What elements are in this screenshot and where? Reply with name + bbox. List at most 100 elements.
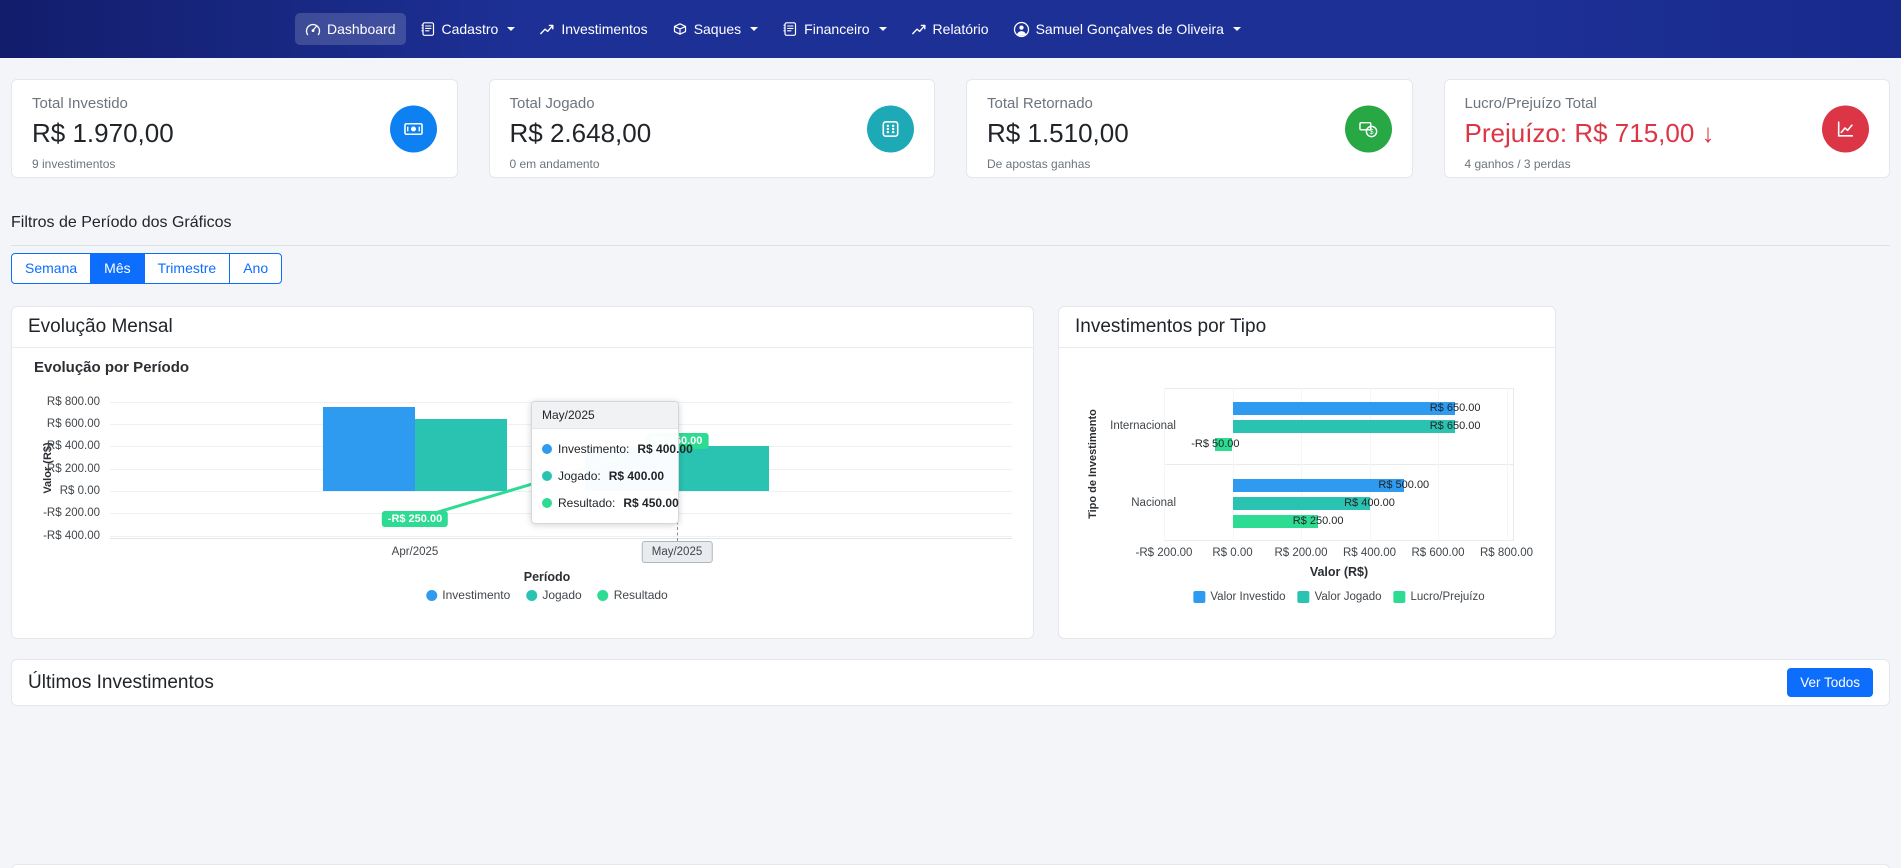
bar-value-label: -R$ 50.00	[1191, 437, 1240, 450]
nav-item-dashboard[interactable]: Dashboard	[295, 13, 406, 45]
nav-item-saques[interactable]: Saques	[662, 13, 768, 45]
x-tick-label: R$ 800.00	[1479, 547, 1534, 559]
stat-card-title: Lucro/Prejuízo Total	[1464, 95, 1597, 112]
nav-item-relat-rio[interactable]: Relatório	[901, 13, 999, 45]
nav-item-label: Saques	[693, 21, 742, 37]
y-tick-label: -R$ 400.00	[43, 529, 100, 542]
stat-card-3: Total Retornado R$ 1.510,00 De apostas gan…	[966, 79, 1413, 178]
legend-label: Valor Jogado	[1314, 591, 1382, 603]
x-axis-title: Período	[523, 570, 571, 584]
graph-up-arrow-icon	[539, 21, 555, 37]
legend-label: Investimento	[442, 588, 511, 602]
stat-card-subtitle: 9 investimentos	[32, 157, 116, 171]
bar-valor-jogado-internacional[interactable]	[1232, 419, 1456, 433]
stat-card-2: Total Jogado R$ 2.648,00 0 em andamento	[488, 79, 935, 178]
nav-item-financeiro[interactable]: Financeiro	[772, 13, 896, 45]
legend-item-valor-investido[interactable]: Valor Investido	[1193, 591, 1286, 603]
filters-divider	[11, 245, 1890, 246]
nav-item-label: Samuel Gonçalves de Oliveira	[1035, 21, 1224, 37]
gridline	[1506, 388, 1508, 541]
category-label-nacional: Nacional	[1131, 497, 1176, 509]
chart-legend: Investimento Jogado Resultado	[426, 588, 668, 602]
period-filter-semana[interactable]: Semana	[11, 253, 92, 284]
resultado-point-label: -R$ 250.00	[381, 510, 449, 527]
chart-tooltip: May/2025 Investimento: R$ 400.00 Jogado: R$ …	[531, 401, 693, 524]
tooltip-series-label: Resultado:	[558, 496, 616, 510]
bar-valor-investido-internacional[interactable]	[1232, 401, 1456, 415]
tooltip-series-value: R$ 400.00	[637, 442, 693, 456]
y-tick-label: R$ 400.00	[46, 440, 100, 453]
tooltip-series-label: Investimento:	[558, 442, 630, 456]
legend-label: Resultado	[613, 588, 668, 602]
cash-coin-icon: $	[1344, 105, 1392, 152]
cash-icon	[389, 105, 437, 152]
bar-value-label: R$ 500.00	[1378, 478, 1430, 491]
nav-item-cadastro[interactable]: Cadastro	[410, 13, 526, 45]
ultimos-investimentos-title: Últimos Investimentos	[28, 671, 214, 693]
chevron-down-icon	[507, 27, 516, 31]
period-filter-m-s[interactable]: Mês	[90, 253, 145, 284]
dice-icon	[867, 105, 914, 152]
bar-jogado-apr-2025[interactable]	[415, 418, 507, 491]
x-axis-line	[110, 538, 1012, 539]
tooltip-series-dot	[542, 471, 552, 481]
stat-card-value: Prejuízo: R$ 715,00 ↓	[1464, 118, 1715, 148]
y-tick-label: R$ 800.00	[46, 395, 100, 408]
category-label-internacional: Internacional	[1110, 420, 1176, 432]
legend-swatch	[1297, 591, 1310, 603]
tooltip-series-value: R$ 400.00	[608, 469, 665, 483]
x-category-label: Apr/2025	[391, 546, 439, 558]
legend-dot	[526, 589, 538, 601]
tooltip-title: May/2025	[532, 402, 678, 429]
period-filter-ano[interactable]: Ano	[229, 253, 283, 284]
stat-card-title: Total Retornado	[987, 95, 1093, 112]
y-tick-label: R$ 200.00	[46, 462, 100, 475]
legend-dot	[426, 589, 438, 601]
stat-card-1: Total Investido R$ 1.970,00 9 investimento…	[11, 79, 458, 178]
dashboard-page: Dashboard Cadastro Investimentos Saques Fina…	[0, 0, 1901, 868]
legend-label: Jogado	[542, 588, 582, 602]
chart-title: Evolução por Período	[34, 359, 190, 376]
evolucao-mensal-panel: Evolução Mensal Evolução por Período Valo…	[11, 306, 1034, 639]
legend-label: Lucro/Prejuízo	[1410, 591, 1485, 603]
nav-item-samuel-gon-alves-de-oliveira[interactable]: Samuel Gonçalves de Oliveira	[1003, 13, 1251, 46]
category-separator	[1164, 464, 1514, 465]
tooltip-row: Jogado: R$ 400.00	[542, 469, 668, 483]
evolucao-panel-header: Evolução Mensal	[12, 307, 1033, 348]
x-tick-label: R$ 600.00	[1411, 547, 1465, 559]
stat-card-value: R$ 1.510,00	[987, 118, 1129, 148]
legend-item-investimento[interactable]: Investimento	[426, 588, 510, 602]
stat-card-subtitle: 0 em andamento	[509, 157, 600, 171]
charts-row: Evolução Mensal Evolução por Período Valo…	[11, 306, 1890, 639]
legend-item-valor-jogado[interactable]: Valor Jogado	[1297, 591, 1382, 603]
nav-item-label: Financeiro	[804, 21, 870, 37]
ver-todos-button[interactable]: Ver Todos	[1787, 668, 1873, 697]
crosshair-category-label: May/2025	[641, 541, 713, 563]
filters-title: Filtros de Período dos Gráficos	[11, 214, 232, 231]
stat-card-title: Total Investido	[32, 95, 128, 112]
nav-item-investimentos[interactable]: Investimentos	[529, 13, 657, 45]
legend-label: Valor Investido	[1210, 591, 1286, 603]
stat-card-4: Lucro/Prejuízo Total Prejuízo: R$ 715,00 …	[1443, 79, 1890, 178]
investimentos-por-tipo-panel: Investimentos por Tipo Tipo de Investime…	[1058, 306, 1556, 639]
tooltip-series-value: R$ 450.00	[623, 496, 679, 510]
chart-legend: Valor Investido Valor Jogado Lucro/Prejuíz…	[1193, 591, 1485, 603]
bar-investimento-apr-2025[interactable]	[323, 407, 415, 491]
period-filter-trimestre[interactable]: Trimestre	[143, 253, 231, 284]
stat-card-value: R$ 2.648,00	[509, 118, 652, 148]
legend-item-jogado[interactable]: Jogado	[526, 588, 582, 602]
legend-swatch	[1193, 591, 1206, 603]
legend-item-resultado[interactable]: Resultado	[597, 588, 668, 602]
y-tick-label: R$ 600.00	[46, 418, 100, 431]
x-tick-label: R$ 200.00	[1274, 547, 1328, 559]
person-circle-icon	[1013, 21, 1030, 38]
legend-item-lucro-preju-zo[interactable]: Lucro/Prejuízo	[1393, 591, 1485, 603]
top-navbar: Dashboard Cadastro Investimentos Saques Fina…	[0, 0, 1901, 58]
gridline	[110, 535, 1012, 537]
gridline	[1164, 388, 1165, 541]
evolucao-chart-body: Evolução por Período Valor (R$) R$ 800.00 R…	[12, 348, 1033, 639]
nav-item-label: Cadastro	[441, 21, 499, 37]
journal-text-icon	[782, 21, 798, 37]
tooltip-series-dot	[542, 444, 552, 454]
tipos-panel-header: Investimentos por Tipo	[1059, 307, 1555, 348]
